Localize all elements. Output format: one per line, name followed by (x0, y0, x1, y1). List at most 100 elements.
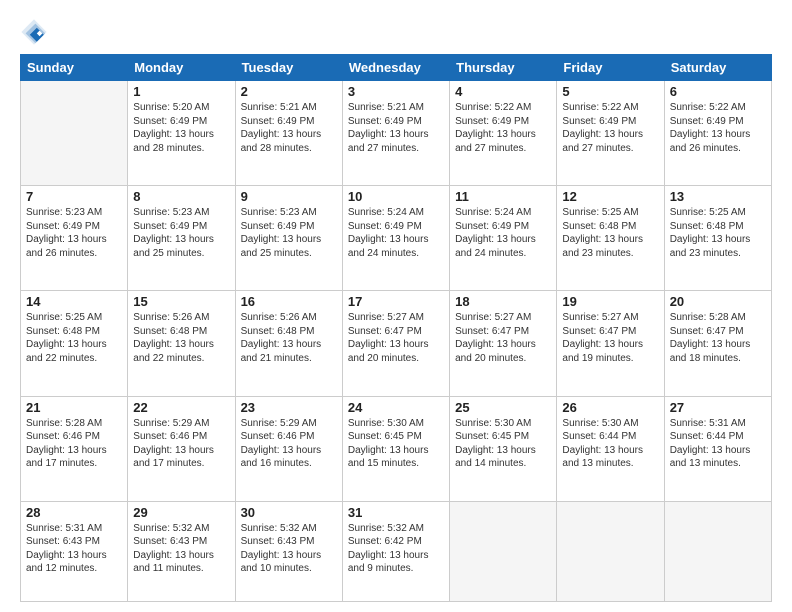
day-info: Sunrise: 5:29 AMSunset: 6:46 PMDaylight:… (241, 417, 337, 471)
calendar-cell-18: 18 Sunrise: 5:27 AMSunset: 6:47 PMDayligh… (450, 291, 557, 396)
calendar-cell-1: 1Sunrise: 5:20 AMSunset: 6:49 PMDaylight… (128, 81, 235, 186)
day-info: Sunrise: 5:23 AMSunset: 6:49 PMDaylight:… (241, 206, 337, 260)
logo-icon (20, 18, 48, 46)
header (20, 18, 772, 46)
day-number: 23 (241, 400, 337, 415)
logo (20, 18, 52, 46)
day-info: Sunrise: 5:24 AMSunset: 6:49 PMDaylight:… (455, 206, 551, 260)
day-number: 7 (26, 189, 122, 204)
calendar-cell-17: 17 Sunrise: 5:27 AMSunset: 6:47 PMDayligh… (342, 291, 449, 396)
day-info: Sunrise: 5:24 AMSunset: 6:49 PMDaylight:… (348, 206, 444, 260)
calendar-header-row: SundayMondayTuesdayWednesdayThursdayFrid… (21, 55, 772, 81)
day-info: Sunrise: 5:25 AMSunset: 6:48 PMDaylight:… (670, 206, 766, 260)
day-info: Sunrise: 5:30 AMSunset: 6:45 PMDaylight:… (455, 417, 551, 471)
day-info: Sunrise: 5:32 AMSunset: 6:43 PMDaylight:… (133, 522, 229, 576)
day-number: 5 (562, 84, 658, 99)
day-info: Sunrise: 5:23 AMSunset: 6:49 PMDaylight:… (26, 206, 122, 260)
calendar-header-thursday: Thursday (450, 55, 557, 81)
calendar-cell-13: 13 Sunrise: 5:25 AMSunset: 6:48 PMDayligh… (664, 186, 771, 291)
calendar-header-wednesday: Wednesday (342, 55, 449, 81)
calendar-cell-26: 26 Sunrise: 5:30 AMSunset: 6:44 PMDayligh… (557, 396, 664, 501)
calendar-cell-4: 4Sunrise: 5:22 AMSunset: 6:49 PMDaylight… (450, 81, 557, 186)
day-info: Sunrise: 5:28 AMSunset: 6:46 PMDaylight:… (26, 417, 122, 471)
day-number: 26 (562, 400, 658, 415)
calendar-header-monday: Monday (128, 55, 235, 81)
day-info: Sunrise: 5:22 AMSunset: 6:49 PMDaylight:… (670, 101, 766, 155)
week-row-0: 1Sunrise: 5:20 AMSunset: 6:49 PMDaylight… (21, 81, 772, 186)
day-number: 8 (133, 189, 229, 204)
day-info: Sunrise: 5:32 AMSunset: 6:42 PMDaylight:… (348, 522, 444, 576)
day-number: 31 (348, 505, 444, 520)
day-number: 30 (241, 505, 337, 520)
day-number: 15 (133, 294, 229, 309)
calendar-cell-12: 12 Sunrise: 5:25 AMSunset: 6:48 PMDayligh… (557, 186, 664, 291)
calendar-cell-21: 21 Sunrise: 5:28 AMSunset: 6:46 PMDayligh… (21, 396, 128, 501)
calendar-cell-16: 16Sunrise: 5:26 AMSunset: 6:48 PMDayligh… (235, 291, 342, 396)
calendar-cell-11: 11 Sunrise: 5:24 AMSunset: 6:49 PMDayligh… (450, 186, 557, 291)
day-info: Sunrise: 5:31 AMSunset: 6:43 PMDaylight:… (26, 522, 122, 576)
day-number: 28 (26, 505, 122, 520)
calendar-cell-empty-4 (450, 501, 557, 601)
day-number: 13 (670, 189, 766, 204)
calendar-cell-10: 10Sunrise: 5:24 AMSunset: 6:49 PMDayligh… (342, 186, 449, 291)
day-info: Sunrise: 5:27 AMSunset: 6:47 PMDaylight:… (348, 311, 444, 365)
day-info: Sunrise: 5:31 AMSunset: 6:44 PMDaylight:… (670, 417, 766, 471)
day-number: 21 (26, 400, 122, 415)
day-number: 20 (670, 294, 766, 309)
day-info: Sunrise: 5:20 AMSunset: 6:49 PMDaylight:… (133, 101, 229, 155)
day-number: 17 (348, 294, 444, 309)
calendar-cell-empty-5 (557, 501, 664, 601)
day-number: 12 (562, 189, 658, 204)
calendar-cell-9: 9 Sunrise: 5:23 AMSunset: 6:49 PMDaylight… (235, 186, 342, 291)
calendar-cell-5: 5 Sunrise: 5:22 AMSunset: 6:49 PMDaylight… (557, 81, 664, 186)
week-row-3: 21 Sunrise: 5:28 AMSunset: 6:46 PMDayligh… (21, 396, 772, 501)
calendar-header-sunday: Sunday (21, 55, 128, 81)
calendar-cell-20: 20Sunrise: 5:28 AMSunset: 6:47 PMDayligh… (664, 291, 771, 396)
week-row-4: 28 Sunrise: 5:31 AMSunset: 6:43 PMDayligh… (21, 501, 772, 601)
calendar-cell-25: 25 Sunrise: 5:30 AMSunset: 6:45 PMDayligh… (450, 396, 557, 501)
day-number: 19 (562, 294, 658, 309)
day-info: Sunrise: 5:25 AMSunset: 6:48 PMDaylight:… (562, 206, 658, 260)
calendar-cell-27: 27Sunrise: 5:31 AMSunset: 6:44 PMDayligh… (664, 396, 771, 501)
day-info: Sunrise: 5:25 AMSunset: 6:48 PMDaylight:… (26, 311, 122, 365)
calendar-cell-2: 2 Sunrise: 5:21 AMSunset: 6:49 PMDaylight… (235, 81, 342, 186)
day-number: 11 (455, 189, 551, 204)
day-number: 3 (348, 84, 444, 99)
day-info: Sunrise: 5:32 AMSunset: 6:43 PMDaylight:… (241, 522, 337, 576)
week-row-2: 14 Sunrise: 5:25 AMSunset: 6:48 PMDayligh… (21, 291, 772, 396)
day-number: 9 (241, 189, 337, 204)
calendar-header-saturday: Saturday (664, 55, 771, 81)
calendar-cell-22: 22 Sunrise: 5:29 AMSunset: 6:46 PMDayligh… (128, 396, 235, 501)
day-info: Sunrise: 5:22 AMSunset: 6:49 PMDaylight:… (562, 101, 658, 155)
day-info: Sunrise: 5:21 AMSunset: 6:49 PMDaylight:… (241, 101, 337, 155)
day-number: 2 (241, 84, 337, 99)
day-info: Sunrise: 5:30 AMSunset: 6:45 PMDaylight:… (348, 417, 444, 471)
day-number: 25 (455, 400, 551, 415)
calendar-header-tuesday: Tuesday (235, 55, 342, 81)
day-info: Sunrise: 5:27 AMSunset: 6:47 PMDaylight:… (562, 311, 658, 365)
week-row-1: 7 Sunrise: 5:23 AMSunset: 6:49 PMDaylight… (21, 186, 772, 291)
day-info: Sunrise: 5:26 AMSunset: 6:48 PMDaylight:… (133, 311, 229, 365)
calendar-cell-15: 15 Sunrise: 5:26 AMSunset: 6:48 PMDayligh… (128, 291, 235, 396)
day-info: Sunrise: 5:26 AMSunset: 6:48 PMDaylight:… (241, 311, 337, 365)
day-number: 22 (133, 400, 229, 415)
calendar-cell-empty-0 (21, 81, 128, 186)
calendar-cell-19: 19 Sunrise: 5:27 AMSunset: 6:47 PMDayligh… (557, 291, 664, 396)
day-number: 14 (26, 294, 122, 309)
calendar-cell-31: 31 Sunrise: 5:32 AMSunset: 6:42 PMDayligh… (342, 501, 449, 601)
calendar-cell-empty-6 (664, 501, 771, 601)
day-number: 4 (455, 84, 551, 99)
calendar-table: SundayMondayTuesdayWednesdayThursdayFrid… (20, 54, 772, 602)
calendar-header-friday: Friday (557, 55, 664, 81)
day-info: Sunrise: 5:21 AMSunset: 6:49 PMDaylight:… (348, 101, 444, 155)
day-number: 29 (133, 505, 229, 520)
day-number: 18 (455, 294, 551, 309)
calendar-cell-3: 3 Sunrise: 5:21 AMSunset: 6:49 PMDaylight… (342, 81, 449, 186)
calendar-cell-24: 24Sunrise: 5:30 AMSunset: 6:45 PMDayligh… (342, 396, 449, 501)
day-info: Sunrise: 5:27 AMSunset: 6:47 PMDaylight:… (455, 311, 551, 365)
calendar-cell-7: 7 Sunrise: 5:23 AMSunset: 6:49 PMDaylight… (21, 186, 128, 291)
day-info: Sunrise: 5:23 AMSunset: 6:49 PMDaylight:… (133, 206, 229, 260)
page: SundayMondayTuesdayWednesdayThursdayFrid… (0, 0, 792, 612)
day-info: Sunrise: 5:30 AMSunset: 6:44 PMDaylight:… (562, 417, 658, 471)
day-info: Sunrise: 5:29 AMSunset: 6:46 PMDaylight:… (133, 417, 229, 471)
